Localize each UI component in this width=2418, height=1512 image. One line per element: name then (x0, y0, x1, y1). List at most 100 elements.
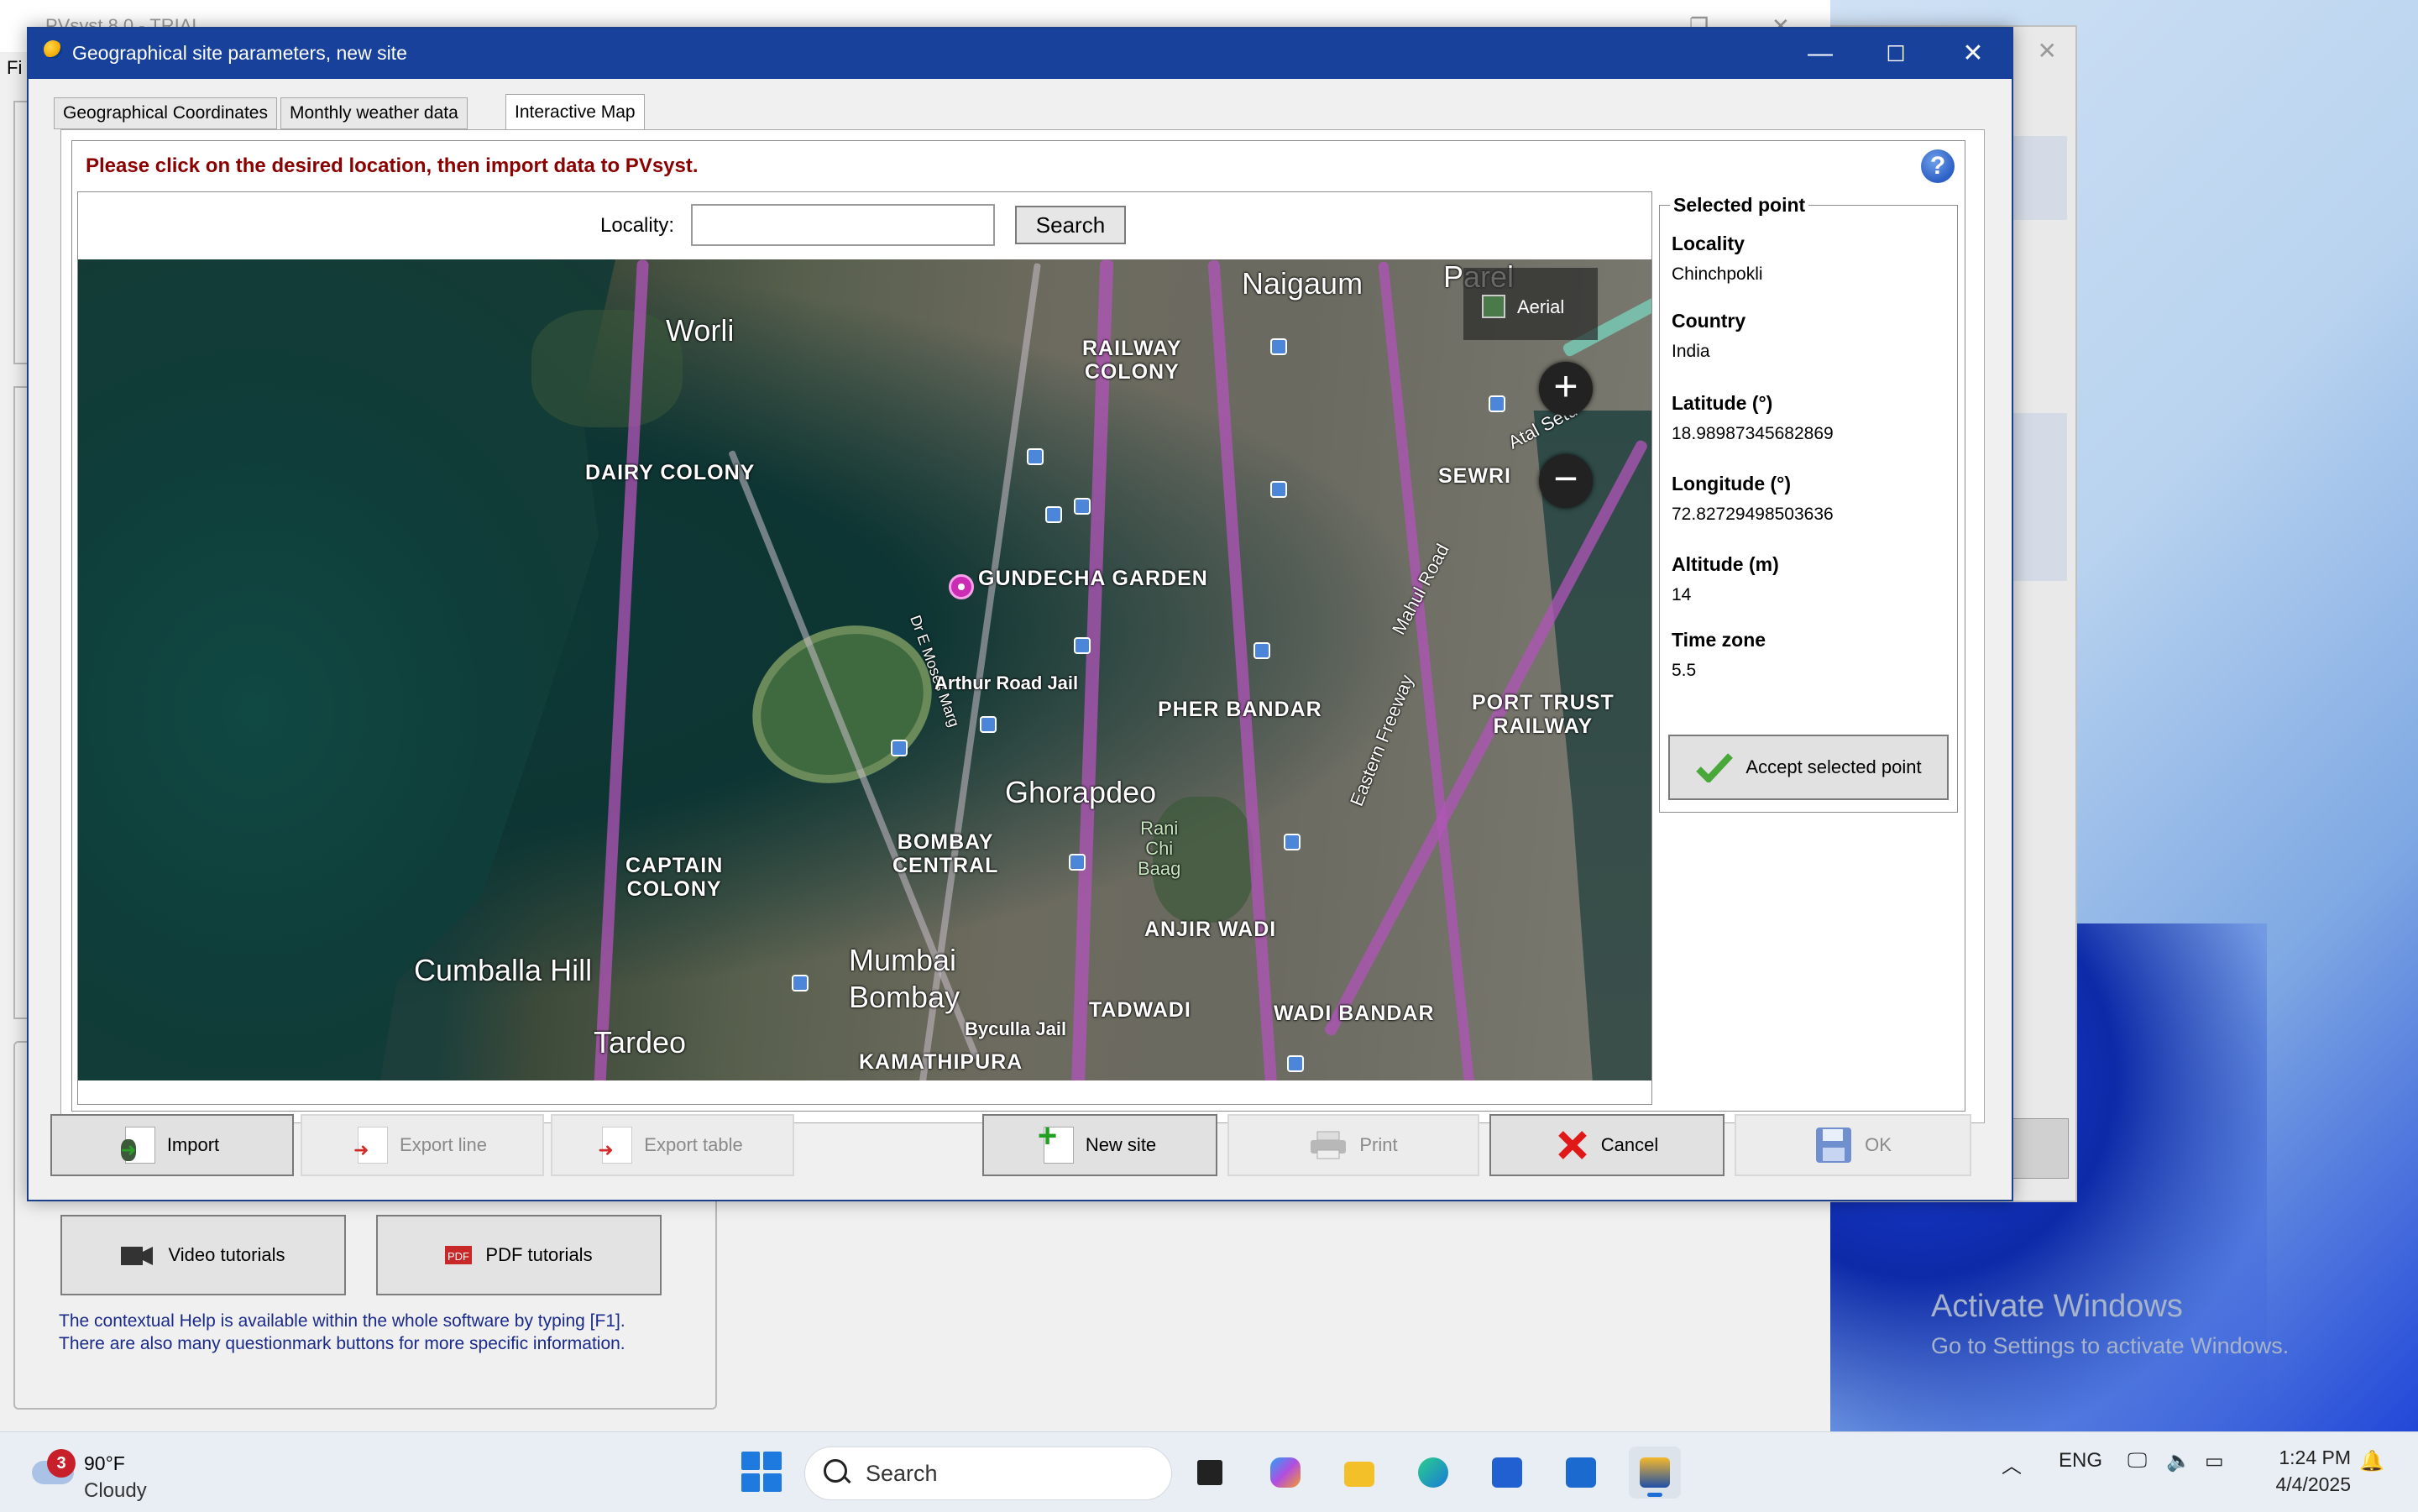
locality-search-input[interactable] (691, 204, 995, 246)
clock-date: 4/4/2025 (2275, 1473, 2351, 1495)
zoom-in-button[interactable]: + (1539, 362, 1593, 416)
map-label: KAMATHIPURA (859, 1050, 1023, 1074)
export-line-button[interactable]: ➜ Export line (301, 1114, 544, 1176)
cancel-button[interactable]: Cancel (1489, 1114, 1725, 1176)
locality-value: Chinchpokli (1672, 264, 1763, 284)
train-station-icon (980, 716, 997, 733)
map-label: Worli (666, 313, 735, 348)
background-panel (13, 101, 27, 364)
train-station-icon (1270, 338, 1287, 355)
zoom-out-button[interactable]: − (1539, 454, 1593, 508)
microsoft-store-icon[interactable] (1481, 1447, 1533, 1499)
ok-button[interactable]: OK (1735, 1114, 1971, 1176)
video-tutorials-button[interactable]: Video tutorials (60, 1215, 346, 1295)
accept-selected-point-button[interactable]: Accept selected point (1668, 735, 1949, 800)
cancel-x-icon (1557, 1131, 1587, 1159)
map-label: Rani Chi Baag (1138, 818, 1181, 879)
activate-windows-subtitle: Go to Settings to activate Windows. (1931, 1333, 2290, 1358)
network-icon[interactable]: 🖵 (2128, 1449, 2147, 1473)
map-road (1207, 259, 1278, 1080)
aerial-icon (1482, 295, 1505, 318)
outlook-icon[interactable] (1555, 1447, 1607, 1499)
close-icon[interactable]: ✕ (2038, 37, 2057, 65)
show-hidden-icons-chevron-icon[interactable]: ︿ (2002, 1449, 2022, 1478)
export-table-icon: ➜ (598, 1127, 633, 1164)
map-road (1378, 261, 1475, 1080)
search-button[interactable]: Search (1015, 206, 1126, 244)
interactive-map-panel: Please click on the desired location, th… (60, 129, 1985, 1123)
export-table-label: Export table (644, 1134, 743, 1155)
weather-widget[interactable]: 3 90°F Cloudy (27, 1442, 178, 1502)
latitude-field-label: Latitude (°) (1672, 392, 1773, 414)
map-label: Byculla Jail (965, 1018, 1067, 1039)
pvsyst-taskbar-icon[interactable] (1629, 1447, 1681, 1499)
satellite-map[interactable]: Naigaum Parel Worli RAILWAY COLONY DAIRY… (78, 259, 1651, 1080)
map-label: Mumbai (849, 943, 957, 977)
taskbar-search-box[interactable]: Search (804, 1447, 1172, 1500)
ok-label: OK (1865, 1134, 1892, 1155)
start-button[interactable] (741, 1452, 782, 1492)
windows-taskbar: 3 90°F Cloudy Search ︿ ENG 🖵 🔈 ▭ 1:24 PM… (0, 1431, 2418, 1512)
dialog-title: Geographical site parameters, new site (72, 42, 407, 64)
language-indicator[interactable]: ENG (2059, 1449, 2102, 1473)
train-station-icon (1027, 448, 1044, 465)
selected-location-pin-icon[interactable] (949, 574, 974, 599)
copilot-icon[interactable] (1259, 1447, 1311, 1499)
minimize-button[interactable]: — (1795, 35, 1845, 72)
video-camera-icon (121, 1247, 154, 1265)
map-label: GUNDECHA GARDEN (978, 567, 1208, 590)
train-station-icon (1489, 395, 1505, 412)
system-clock[interactable]: 1:24 PM 4/4/2025 (2250, 1444, 2351, 1498)
export-table-button[interactable]: ➜ Export table (551, 1114, 794, 1176)
aerial-view-toggle[interactable]: Aerial (1463, 268, 1598, 340)
map-label: Ghorapdeo (1005, 775, 1157, 809)
train-station-icon (1074, 498, 1091, 515)
map-label: Tardeo (594, 1025, 687, 1059)
print-label: Print (1359, 1134, 1398, 1155)
print-button[interactable]: Print (1227, 1114, 1479, 1176)
map-label: Bombay (849, 980, 960, 1014)
locality-label: Locality: (600, 214, 675, 237)
contextual-help-text: The contextual Help is available within … (59, 1311, 625, 1353)
notification-badge: 3 (47, 1449, 76, 1478)
new-site-button[interactable]: + New site (982, 1114, 1217, 1176)
map-label: Arthur Road Jail (934, 672, 1079, 693)
help-icon[interactable]: ? (1921, 149, 1955, 183)
accept-selected-point-label: Accept selected point (1745, 756, 1922, 777)
weather-condition: Cloudy (84, 1479, 147, 1502)
file-explorer-icon[interactable] (1333, 1447, 1385, 1499)
import-button[interactable]: ➜ Import (50, 1114, 294, 1176)
train-station-icon (1270, 481, 1287, 498)
map-label: RAILWAY COLONY (1082, 337, 1182, 384)
close-button[interactable]: ✕ (1948, 35, 1998, 72)
task-view-button[interactable] (1184, 1447, 1236, 1499)
train-station-icon (891, 740, 908, 756)
map-label: ANJIR WADI (1144, 918, 1277, 941)
dialog-titlebar: Geographical site parameters, new site —… (29, 29, 2012, 79)
export-line-label: Export line (400, 1134, 487, 1155)
background-menu-file[interactable]: Fi (7, 57, 22, 79)
volume-icon[interactable]: 🔈 (2166, 1449, 2191, 1473)
pdf-icon: PDF (445, 1246, 473, 1264)
locality-field-label: Locality (1672, 233, 1745, 254)
tab-monthly-weather-data[interactable]: Monthly weather data (280, 97, 468, 129)
pdf-tutorials-button[interactable]: PDF PDF tutorials (376, 1215, 662, 1295)
battery-icon[interactable]: ▭ (2205, 1449, 2224, 1473)
background-panel (13, 386, 27, 1019)
map-area: Locality: Search Naigaum Worli RAILWAY C… (77, 191, 1652, 1105)
longitude-value: 72.82729498503636 (1672, 505, 1834, 524)
notification-bell-icon[interactable]: 🔔 (2359, 1449, 2384, 1473)
import-label: Import (166, 1134, 220, 1155)
instruction-text: Please click on the desired location, th… (86, 154, 699, 177)
map-label: Eastern Freeway (1345, 672, 1418, 809)
altitude-field-label: Altitude (m) (1672, 553, 1779, 575)
printer-icon (1311, 1131, 1347, 1159)
map-label: TADWADI (1089, 998, 1191, 1022)
tab-interactive-map[interactable]: Interactive Map (505, 94, 645, 130)
svg-text:PDF: PDF (447, 1250, 469, 1263)
import-icon: ➜ (120, 1127, 155, 1164)
edge-browser-icon[interactable] (1407, 1447, 1459, 1499)
video-tutorials-label: Video tutorials (168, 1244, 285, 1265)
maximize-button[interactable]: ☐ (1871, 35, 1921, 72)
tab-geographical-coordinates[interactable]: Geographical Coordinates (54, 97, 277, 129)
